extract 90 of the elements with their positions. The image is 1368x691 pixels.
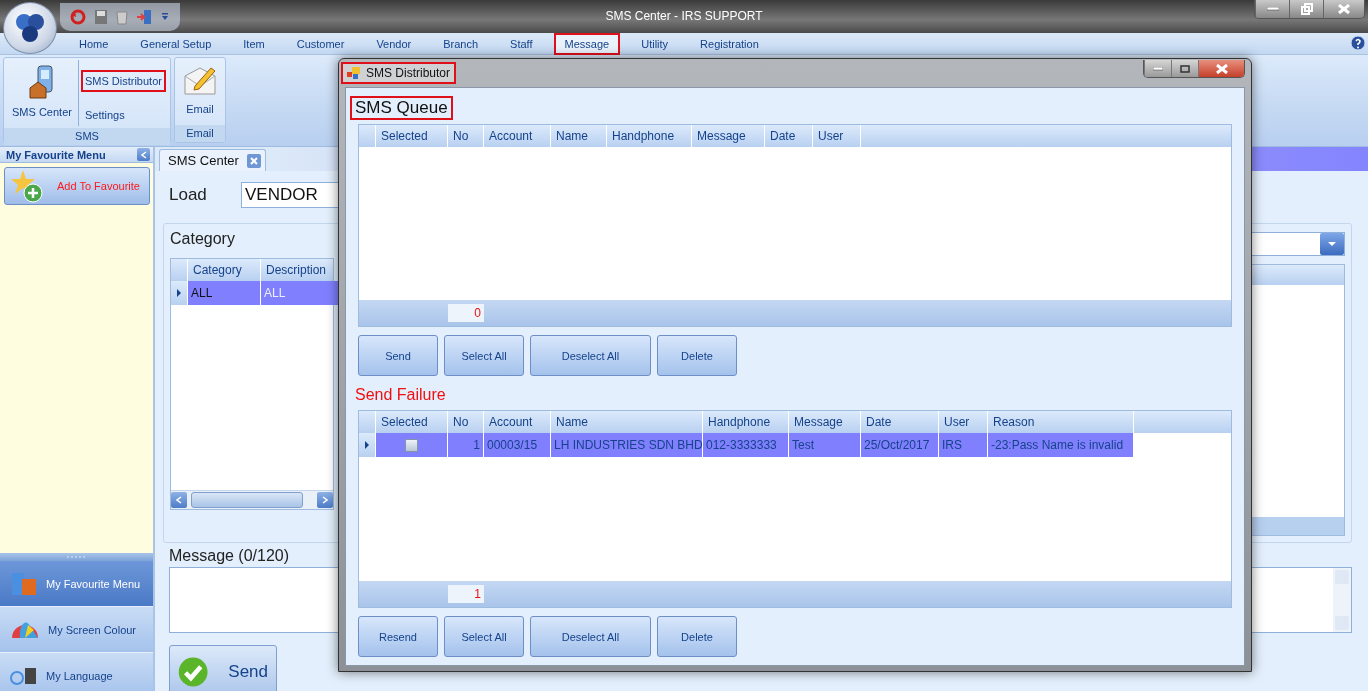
section-title: Send Failure — [354, 385, 447, 405]
scroll-right-button[interactable] — [317, 492, 333, 508]
dropdown-arrow-icon — [1327, 241, 1337, 247]
ribbon-button[interactable]: Email — [176, 60, 223, 123]
collapse-button[interactable] — [137, 148, 150, 161]
menu-tab[interactable]: Vendor — [365, 32, 423, 55]
exit-door-icon[interactable] — [136, 8, 152, 25]
dropdown-caret-icon[interactable] — [160, 11, 170, 22]
arrow-left-icon — [176, 496, 182, 504]
dialog-title: SMS Distributor — [366, 66, 451, 80]
chevron-left-icon — [140, 150, 147, 159]
message-label: Message (0/120) — [169, 547, 291, 566]
send-button[interactable]: Resend — [358, 616, 438, 657]
sidebar-nav-item[interactable]: My Screen Colour — [0, 607, 153, 653]
minimize-button[interactable] — [1255, 0, 1289, 18]
table-cell: -23:Pass Name is invalid — [988, 433, 1134, 457]
group-label: SMS — [4, 128, 170, 145]
column-header[interactable]: No — [448, 125, 484, 147]
minimize-button[interactable] — [1144, 60, 1171, 77]
column-header[interactable]: Message — [692, 125, 765, 147]
checkbox[interactable] — [405, 438, 418, 452]
table-cell: IRS — [939, 433, 988, 457]
group-label: Email — [174, 125, 225, 142]
save-icon[interactable] — [94, 8, 108, 25]
close-button[interactable] — [1198, 60, 1244, 77]
maximize-icon — [1180, 64, 1190, 73]
restore-icon — [1300, 3, 1313, 15]
scrollbar-thumb[interactable] — [191, 492, 303, 508]
minimize-icon — [1266, 7, 1279, 11]
row-count: 1 — [448, 585, 484, 603]
column-header[interactable]: Account — [484, 125, 551, 147]
menu-tab[interactable]: Registration — [689, 32, 770, 55]
close-button[interactable] — [1323, 0, 1364, 18]
table-cell: ALL — [188, 281, 261, 305]
column-header[interactable]: Name — [551, 125, 607, 147]
menu-tab[interactable]: Item — [232, 32, 276, 55]
ribbon-button[interactable]: Settings — [80, 104, 166, 126]
splitter-handle[interactable] — [0, 553, 153, 561]
sidebar-nav-item[interactable]: My Language — [0, 653, 153, 691]
close-icon[interactable] — [246, 153, 261, 168]
group-title: Category — [170, 230, 236, 249]
maximize-button[interactable] — [1171, 60, 1198, 77]
send-button[interactable]: Send — [169, 645, 277, 691]
select-all-button[interactable]: Select All — [444, 616, 524, 657]
restore-button[interactable] — [1289, 0, 1323, 18]
column-header[interactable]: User — [813, 125, 861, 147]
select-all-button[interactable]: Select All — [444, 335, 524, 376]
delete-button[interactable]: Delete — [657, 335, 737, 376]
close-icon — [1338, 4, 1350, 14]
column-header[interactable]: Date — [765, 125, 813, 147]
window-icon — [347, 67, 361, 79]
row-pointer-icon — [364, 441, 370, 449]
send-button[interactable]: Send — [358, 335, 438, 376]
scroll-left-button[interactable] — [171, 492, 187, 508]
ribbon-button[interactable]: SMS Distributor — [80, 70, 166, 92]
column-header[interactable]: Handphone — [607, 125, 692, 147]
table-cell: 00003/15 — [484, 433, 551, 457]
menu-tab[interactable]: Home — [68, 32, 120, 55]
menu-tab[interactable]: Branch — [432, 32, 490, 55]
star-plus-icon — [11, 169, 45, 203]
menu-tab[interactable]: Customer — [285, 32, 356, 55]
window-title: SMS Center - IRS SUPPORT — [605, 9, 763, 23]
menu-tab[interactable]: Staff — [499, 32, 544, 55]
help-icon[interactable] — [1350, 35, 1366, 51]
close-icon — [1215, 63, 1228, 74]
table-cell: ALL — [261, 281, 341, 305]
menu-tab[interactable]: Utility — [630, 32, 680, 55]
sidebar-title: My Favourite Menu — [6, 148, 106, 161]
arrow-right-icon — [322, 496, 328, 504]
undo-icon[interactable] — [70, 8, 86, 25]
deselect-all-button[interactable]: Deselect All — [530, 616, 651, 657]
document-tab[interactable]: SMS Center — [159, 149, 266, 171]
table-cell: 25/Oct/2017 — [861, 433, 939, 457]
delete-button[interactable]: Delete — [657, 616, 737, 657]
table-cell: 012-3333333 — [703, 433, 789, 457]
menu-tab[interactable]: Message — [553, 32, 621, 55]
deselect-all-button[interactable]: Deselect All — [530, 335, 651, 376]
section-title: SMS Queue — [350, 96, 453, 120]
table-cell: 1 — [448, 433, 484, 457]
sidebar-nav-item[interactable]: My Favourite Menu — [0, 561, 153, 607]
menu-tab[interactable]: General Setup — [129, 32, 223, 55]
minimize-icon — [1153, 66, 1163, 71]
table-cell: Test — [789, 433, 861, 457]
row-pointer-icon — [176, 289, 182, 297]
ribbon-button[interactable]: SMS Center — [6, 60, 78, 126]
load-label: Load — [169, 185, 208, 205]
trash-icon[interactable] — [116, 8, 128, 25]
row-count: 0 — [448, 304, 484, 322]
table-cell: LH INDUSTRIES SDN BHD — [551, 433, 703, 457]
column-header[interactable]: Selected — [376, 125, 448, 147]
